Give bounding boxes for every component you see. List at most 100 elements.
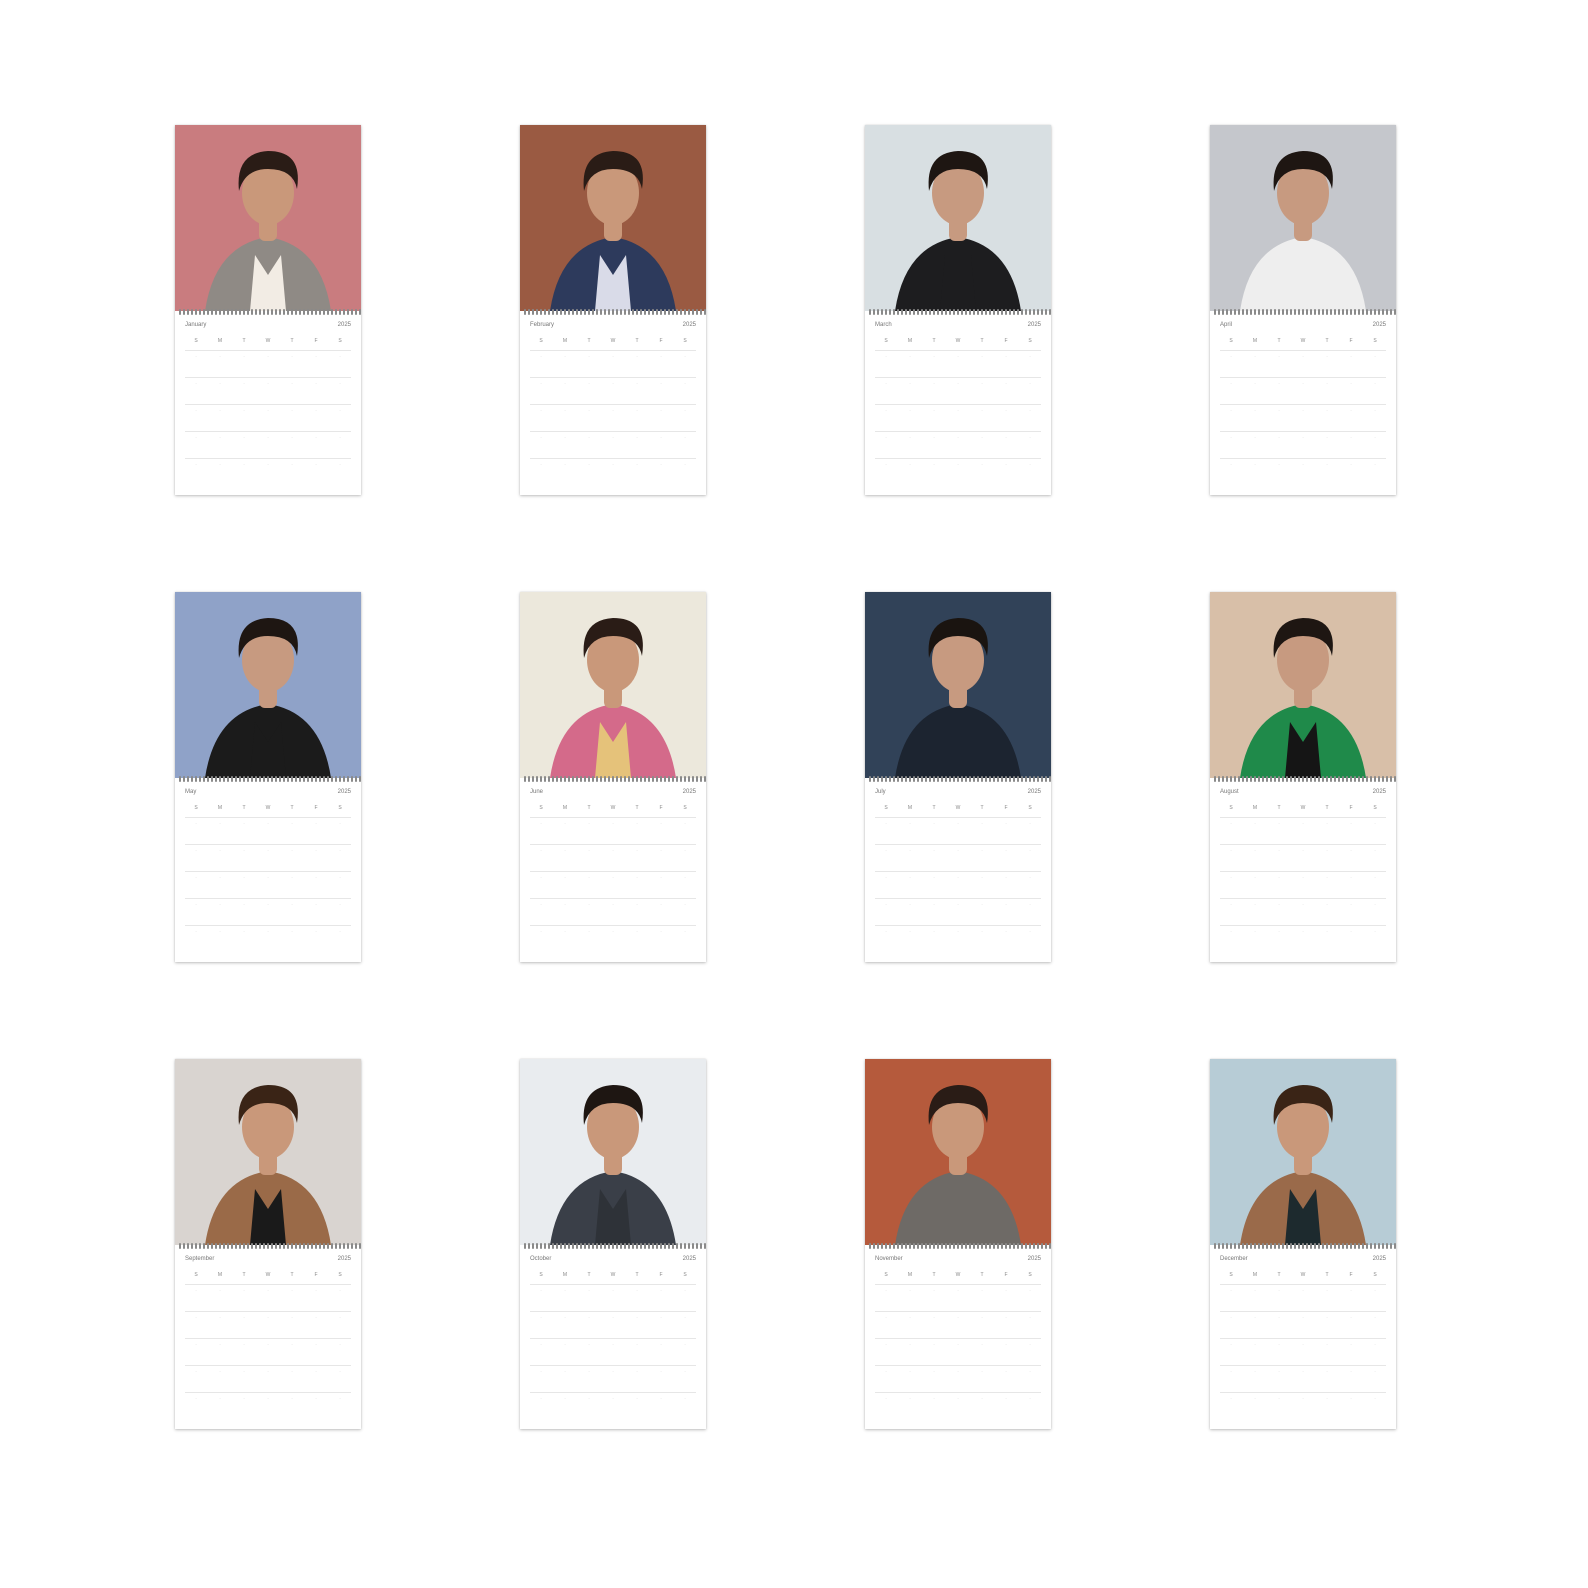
day-cell: ·: [981, 875, 983, 880]
day-cell: ·: [195, 1315, 197, 1320]
weekday-label: W: [610, 805, 616, 811]
day-cell: ·: [1005, 929, 1007, 934]
day-cell: ·: [588, 381, 590, 386]
day-cell: ·: [1278, 821, 1280, 826]
day-cell: ·: [1302, 435, 1304, 440]
weekday-label: T: [1325, 338, 1329, 344]
day-cell: ·: [339, 354, 341, 359]
day-cell: ·: [1005, 1315, 1007, 1320]
weekday-label: T: [1277, 805, 1281, 811]
day-cell: ·: [267, 821, 269, 826]
day-cell: ·: [1005, 1369, 1007, 1374]
day-cell: ·: [981, 821, 983, 826]
day-cell: ·: [564, 1288, 566, 1293]
weekday-header: SMTWTFS: [875, 1272, 1041, 1282]
week-row: · · · · · · ·: [1220, 1342, 1386, 1350]
day-cell: ·: [684, 1396, 686, 1401]
day-cell: ·: [243, 1315, 245, 1320]
month-photo: [175, 125, 361, 311]
day-cell: ·: [540, 1369, 542, 1374]
week-divider: [530, 431, 696, 432]
weekday-label: M: [562, 338, 568, 344]
weekday-label: W: [955, 805, 961, 811]
day-cell: ·: [612, 1369, 614, 1374]
day-cell: ·: [1029, 381, 1031, 386]
day-cell: ·: [267, 875, 269, 880]
weekday-label: M: [907, 338, 913, 344]
day-cell: ·: [981, 1396, 983, 1401]
day-cell: ·: [1254, 875, 1256, 880]
week-row: · · · · · · ·: [875, 929, 1041, 937]
week-row: · · · · · · ·: [185, 435, 351, 443]
day-cell: ·: [339, 929, 341, 934]
week-row: · · · · · · ·: [530, 435, 696, 443]
week-row: · · · · · · ·: [185, 462, 351, 470]
day-cell: ·: [315, 408, 317, 413]
day-cell: ·: [588, 408, 590, 413]
day-cell: ·: [1374, 875, 1376, 880]
day-cell: ·: [267, 1369, 269, 1374]
day-cell: ·: [588, 902, 590, 907]
week-row: · · · · · · ·: [530, 1288, 696, 1296]
day-cell: ·: [1374, 462, 1376, 467]
day-cell: ·: [540, 354, 542, 359]
day-cell: ·: [933, 462, 935, 467]
week-row: · · · · · · ·: [875, 354, 1041, 362]
weekday-label: S: [194, 805, 198, 811]
day-cell: ·: [1230, 929, 1232, 934]
day-cell: ·: [267, 408, 269, 413]
day-cell: ·: [291, 875, 293, 880]
day-cell: ·: [957, 821, 959, 826]
day-cell: ·: [660, 462, 662, 467]
month-year: 2025: [1027, 322, 1041, 328]
week-divider: [530, 1392, 696, 1393]
day-cell: ·: [909, 1396, 911, 1401]
day-cell: ·: [1350, 1369, 1352, 1374]
day-cell: ·: [957, 902, 959, 907]
weekday-label: S: [539, 1272, 543, 1278]
day-cell: ·: [1254, 1315, 1256, 1320]
day-cell: ·: [1278, 848, 1280, 853]
calendar-page: March 2025 S M T W T F S · · · · · · · · · · · · · · · · · · · · · · · ·…: [865, 125, 1051, 495]
day-cell: ·: [195, 1288, 197, 1293]
day-cell: ·: [1029, 929, 1031, 934]
day-cell: ·: [243, 1396, 245, 1401]
day-cell: ·: [957, 435, 959, 440]
weekday-header: SMTWTFS: [185, 805, 351, 815]
month-name: July: [875, 789, 886, 795]
day-cell: ·: [957, 1315, 959, 1320]
day-cell: ·: [684, 902, 686, 907]
month-name: January: [185, 322, 207, 328]
day-cell: ·: [195, 462, 197, 467]
day-cell: ·: [909, 1288, 911, 1293]
day-cell: ·: [339, 462, 341, 467]
week-row: · · · · · · ·: [530, 462, 696, 470]
day-cell: ·: [540, 1288, 542, 1293]
day-cell: ·: [267, 354, 269, 359]
weekday-label: W: [1300, 338, 1306, 344]
day-cell: ·: [885, 1342, 887, 1347]
spiral-binding: [1210, 775, 1396, 783]
day-cell: ·: [957, 381, 959, 386]
weekday-label: M: [907, 1272, 913, 1278]
day-cell: ·: [957, 1369, 959, 1374]
day-cell: ·: [1029, 1288, 1031, 1293]
weekday-label: M: [217, 1272, 223, 1278]
day-cell: ·: [315, 1288, 317, 1293]
weekday-label: S: [338, 805, 342, 811]
week-row: · · · · · · ·: [185, 1342, 351, 1350]
month-grid: March 2025 S M T W T F S · · · · · · · · · · · · · · · · · · · · · · · ·…: [865, 316, 1051, 495]
day-cell: ·: [1374, 848, 1376, 853]
day-cell: ·: [540, 875, 542, 880]
month-header: July 2025: [875, 789, 1041, 799]
month-name: September: [185, 1256, 215, 1262]
day-cell: ·: [885, 1396, 887, 1401]
weekday-label: S: [884, 805, 888, 811]
day-cell: ·: [588, 1369, 590, 1374]
week-divider: [875, 1311, 1041, 1312]
day-cell: ·: [267, 929, 269, 934]
week-divider: [530, 817, 696, 818]
day-cell: ·: [564, 381, 566, 386]
week-divider: [1220, 431, 1386, 432]
day-cell: ·: [909, 875, 911, 880]
